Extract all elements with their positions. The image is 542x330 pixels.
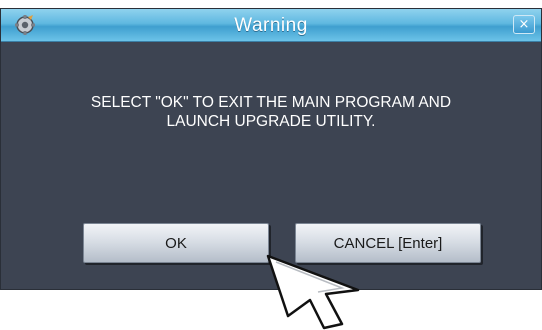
warning-dialog: Warning × SELECT "OK" TO EXIT THE MAIN P…	[0, 8, 542, 290]
warning-message: SELECT "OK" TO EXIT THE MAIN PROGRAM AND…	[1, 93, 541, 131]
window-title: Warning	[234, 15, 308, 36]
message-line-2: LAUNCH UPGRADE UTILITY.	[166, 113, 376, 130]
mouse-cursor-icon	[266, 254, 360, 330]
close-icon[interactable]: ×	[513, 15, 535, 34]
title-bar[interactable]: Warning ×	[1, 9, 541, 42]
message-line-1: SELECT "OK" TO EXIT THE MAIN PROGRAM AND	[90, 94, 452, 111]
ok-button[interactable]: OK	[83, 223, 269, 263]
